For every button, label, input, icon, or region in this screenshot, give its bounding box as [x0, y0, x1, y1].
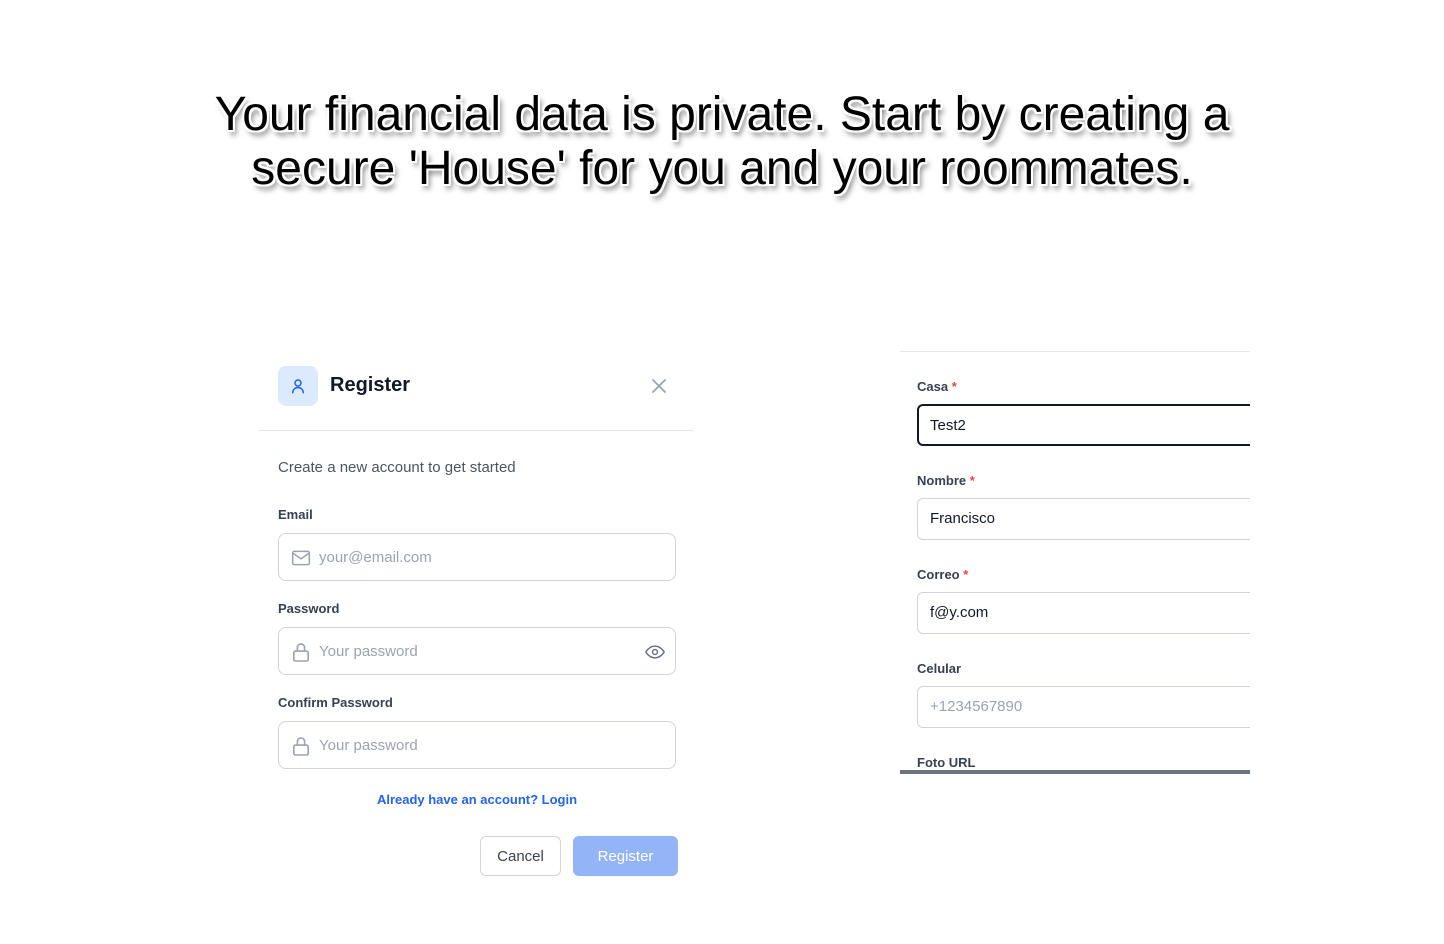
register-title: Register — [330, 374, 411, 396]
eye-icon[interactable] — [645, 642, 665, 662]
register-header: Register — [259, 362, 694, 431]
nombre-label: Nombre * — [917, 473, 975, 488]
register-button[interactable]: Register — [573, 836, 678, 876]
mail-icon — [291, 548, 311, 568]
required-mark: * — [951, 379, 957, 394]
casa-field[interactable] — [917, 404, 1250, 446]
celular-label: Celular — [917, 661, 962, 676]
headline-line-1: Your financial data is private. Start by… — [214, 88, 1230, 141]
confirm-password-input[interactable] — [319, 722, 619, 768]
headline-line-2: secure 'House' for you and your roommate… — [251, 142, 1193, 195]
celular-field[interactable] — [917, 686, 1250, 728]
correo-label-text: Correo — [917, 567, 960, 582]
email-input[interactable] — [319, 534, 619, 580]
house-profile-form: Casa * Nombre * Correo * Celular Foto UR… — [900, 351, 1250, 774]
password-input[interactable] — [319, 628, 619, 674]
correo-label: Correo * — [917, 567, 968, 582]
user-icon — [278, 366, 318, 406]
login-link[interactable]: Already have an account? Login — [278, 792, 676, 807]
nombre-label-text: Nombre — [917, 473, 967, 488]
required-mark: * — [963, 567, 969, 582]
correo-field[interactable] — [917, 592, 1250, 634]
required-mark: * — [969, 473, 975, 488]
register-modal: Register Create a new account to get sta… — [259, 362, 694, 892]
email-label: Email — [278, 507, 313, 522]
password-field[interactable] — [278, 627, 676, 675]
confirm-password-label: Confirm Password — [278, 695, 393, 710]
casa-label-text: Casa — [917, 379, 949, 394]
nombre-input[interactable] — [930, 499, 1250, 537]
email-field[interactable] — [278, 533, 676, 581]
celular-input[interactable] — [930, 687, 1250, 725]
foto-url-label: Foto URL — [917, 755, 976, 770]
correo-input[interactable] — [930, 593, 1250, 631]
casa-label: Casa * — [917, 379, 957, 394]
headline-caption: Your financial data is private. Start by… — [0, 88, 1444, 196]
confirm-password-field[interactable] — [278, 721, 676, 769]
casa-input[interactable] — [930, 406, 1250, 444]
close-icon[interactable] — [649, 376, 669, 396]
register-subtitle: Create a new account to get started — [278, 459, 516, 476]
lock-icon — [291, 736, 311, 756]
lock-icon — [291, 642, 311, 662]
password-label: Password — [278, 601, 340, 616]
cancel-button[interactable]: Cancel — [480, 836, 561, 876]
scroll-edge — [900, 770, 1250, 774]
nombre-field[interactable] — [917, 498, 1250, 540]
